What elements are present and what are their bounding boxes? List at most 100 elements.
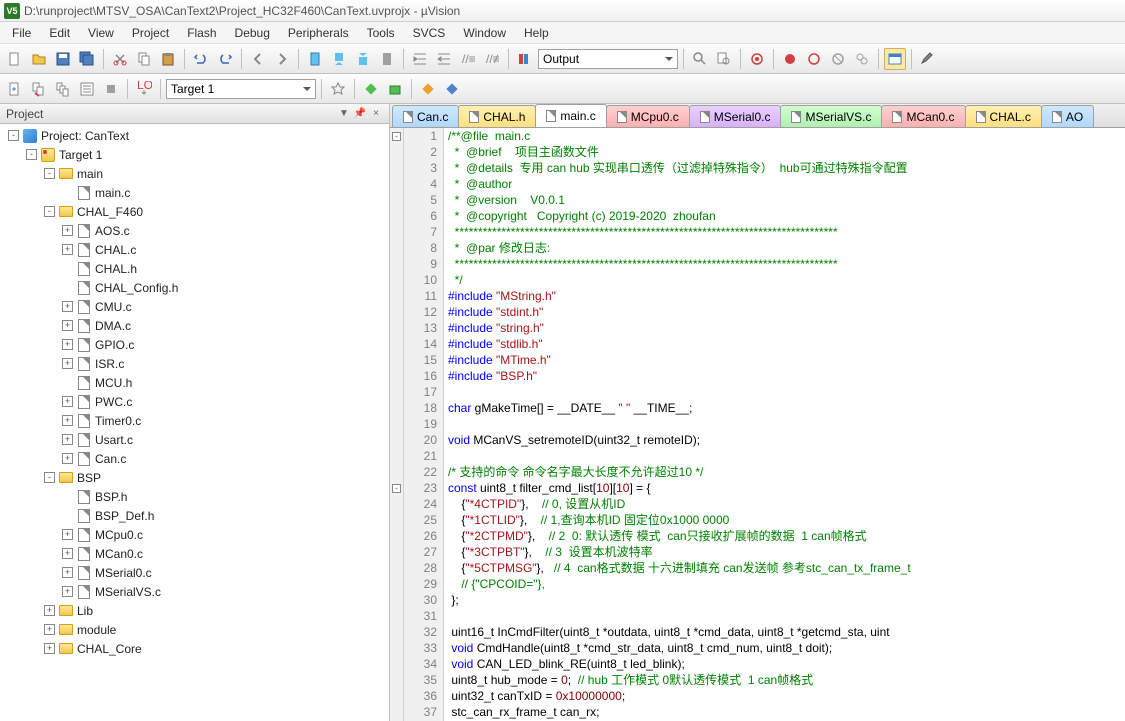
output-dropdown[interactable]: Output: [538, 49, 678, 69]
breakpoint-clear-button[interactable]: [851, 48, 873, 70]
code-line[interactable]: #include "stdint.h": [448, 304, 1125, 320]
cut-button[interactable]: [109, 48, 131, 70]
breakpoint-kill-button[interactable]: [827, 48, 849, 70]
stop-build-button[interactable]: [100, 78, 122, 100]
manage-components-button[interactable]: [441, 78, 463, 100]
menu-debug[interactable]: Debug: [227, 24, 278, 42]
menu-project[interactable]: Project: [124, 24, 177, 42]
code-line[interactable]: uint8_t hub_mode = 0; // hub 工作模式 0默认透传模…: [448, 672, 1125, 688]
menu-peripherals[interactable]: Peripherals: [280, 24, 357, 42]
panel-close-icon[interactable]: ×: [369, 107, 383, 121]
tree-node[interactable]: -BSP: [0, 468, 389, 487]
copy-button[interactable]: [133, 48, 155, 70]
tree-node[interactable]: +MSerialVS.c: [0, 582, 389, 601]
tree-node[interactable]: +AOS.c: [0, 221, 389, 240]
open-button[interactable]: [28, 48, 50, 70]
code-line[interactable]: // {"CPCOID="},: [448, 576, 1125, 592]
tree-expander-icon[interactable]: +: [62, 396, 73, 407]
editor-tab[interactable]: CHAL.c: [965, 105, 1042, 127]
editor-tab[interactable]: CHAL.h: [458, 105, 536, 127]
code-line[interactable]: {"*1CTLID"}, // 1,查询本机ID 固定位0x1000 0000: [448, 512, 1125, 528]
editor-tab[interactable]: MSerialVS.c: [780, 105, 882, 127]
code-line[interactable]: #include "BSP.h": [448, 368, 1125, 384]
download-button[interactable]: LOAD: [133, 78, 155, 100]
panel-pin-icon[interactable]: 📌: [353, 107, 367, 121]
tree-node[interactable]: -Project: CanText: [0, 126, 389, 145]
tree-expander-icon[interactable]: -: [26, 149, 37, 160]
code-line[interactable]: uint16_t InCmdFilter(uint8_t *outdata, u…: [448, 624, 1125, 640]
code-line[interactable]: /**@file main.c: [448, 128, 1125, 144]
tree-expander-icon[interactable]: +: [62, 358, 73, 369]
editor-tab[interactable]: MCpu0.c: [606, 105, 690, 127]
code-editor[interactable]: -- 1234567891011121314151617181920212223…: [390, 128, 1125, 721]
tree-node[interactable]: +PWC.c: [0, 392, 389, 411]
tree-expander-icon[interactable]: +: [44, 643, 55, 654]
code-line[interactable]: {"*3CTPBT"}, // 3 设置本机波特率: [448, 544, 1125, 560]
menu-window[interactable]: Window: [455, 24, 514, 42]
tree-expander-icon[interactable]: +: [62, 244, 73, 255]
tree-node[interactable]: CHAL.h: [0, 259, 389, 278]
code-line[interactable]: * @version V0.0.1: [448, 192, 1125, 208]
code-line[interactable]: {"*4CTPID"}, // 0, 设置从机ID: [448, 496, 1125, 512]
tree-node[interactable]: +Timer0.c: [0, 411, 389, 430]
code-line[interactable]: * @brief 项目主函数文件: [448, 144, 1125, 160]
code-line[interactable]: [448, 608, 1125, 624]
tree-expander-icon[interactable]: -: [44, 168, 55, 179]
undo-button[interactable]: [190, 48, 212, 70]
code-line[interactable]: * @copyright Copyright (c) 2019-2020 zho…: [448, 208, 1125, 224]
code-line[interactable]: [448, 448, 1125, 464]
breakpoint-disable-button[interactable]: [803, 48, 825, 70]
tree-expander-icon[interactable]: +: [62, 339, 73, 350]
code-line[interactable]: #include "MTime.h": [448, 352, 1125, 368]
code-line[interactable]: ****************************************…: [448, 224, 1125, 240]
tree-node[interactable]: +Can.c: [0, 449, 389, 468]
code-line[interactable]: {"*5CTPMSG"}, // 4 can格式数据 十六进制填充 can发送帧…: [448, 560, 1125, 576]
tree-expander-icon[interactable]: +: [62, 434, 73, 445]
find-files-button[interactable]: [713, 48, 735, 70]
books-button[interactable]: [514, 48, 536, 70]
bookmark-next-button[interactable]: [352, 48, 374, 70]
paste-button[interactable]: [157, 48, 179, 70]
breakpoint-button[interactable]: [779, 48, 801, 70]
code-line[interactable]: void CmdHandle(uint8_t *cmd_str_data, ui…: [448, 640, 1125, 656]
tree-node[interactable]: +MCpu0.c: [0, 525, 389, 544]
tree-expander-icon[interactable]: -: [8, 130, 19, 141]
menu-flash[interactable]: Flash: [179, 24, 224, 42]
editor-tab[interactable]: MSerial0.c: [689, 105, 782, 127]
tree-node[interactable]: +ISR.c: [0, 354, 389, 373]
code-line[interactable]: */: [448, 272, 1125, 288]
pack-button[interactable]: [384, 78, 406, 100]
code-line[interactable]: void MCanVS_setremoteID(uint32_t remoteI…: [448, 432, 1125, 448]
tree-node[interactable]: -CHAL_F460: [0, 202, 389, 221]
target-dropdown[interactable]: Target 1: [166, 79, 316, 99]
code-line[interactable]: * @par 修改日志:: [448, 240, 1125, 256]
tree-node[interactable]: CHAL_Config.h: [0, 278, 389, 297]
menu-svcs[interactable]: SVCS: [405, 24, 454, 42]
tree-expander-icon[interactable]: -: [44, 472, 55, 483]
tree-node[interactable]: +MSerial0.c: [0, 563, 389, 582]
tree-node[interactable]: BSP.h: [0, 487, 389, 506]
code-line[interactable]: [448, 416, 1125, 432]
redo-button[interactable]: [214, 48, 236, 70]
editor-tab[interactable]: Can.c: [392, 105, 459, 127]
menu-help[interactable]: Help: [516, 24, 557, 42]
outdent-button[interactable]: [433, 48, 455, 70]
tree-expander-icon[interactable]: +: [44, 624, 55, 635]
code-line[interactable]: * @author: [448, 176, 1125, 192]
tree-expander-icon[interactable]: +: [62, 567, 73, 578]
code-line[interactable]: const uint8_t filter_cmd_list[10][10] = …: [448, 480, 1125, 496]
tree-node[interactable]: +Usart.c: [0, 430, 389, 449]
debug-button[interactable]: [746, 48, 768, 70]
code-line[interactable]: ****************************************…: [448, 256, 1125, 272]
project-tree[interactable]: -Project: CanText-Target 1-mainmain.c-CH…: [0, 124, 389, 721]
tree-node[interactable]: +CHAL_Core: [0, 639, 389, 658]
bookmark-clear-button[interactable]: [376, 48, 398, 70]
code-line[interactable]: {"*2CTPMD"}, // 2 0: 默认透传 模式 can只接收扩展帧的数…: [448, 528, 1125, 544]
tree-expander-icon[interactable]: +: [62, 320, 73, 331]
tree-expander-icon[interactable]: +: [62, 415, 73, 426]
tree-node[interactable]: -main: [0, 164, 389, 183]
tree-expander-icon[interactable]: +: [62, 529, 73, 540]
tree-node[interactable]: +module: [0, 620, 389, 639]
indent-button[interactable]: [409, 48, 431, 70]
tree-node[interactable]: BSP_Def.h: [0, 506, 389, 525]
